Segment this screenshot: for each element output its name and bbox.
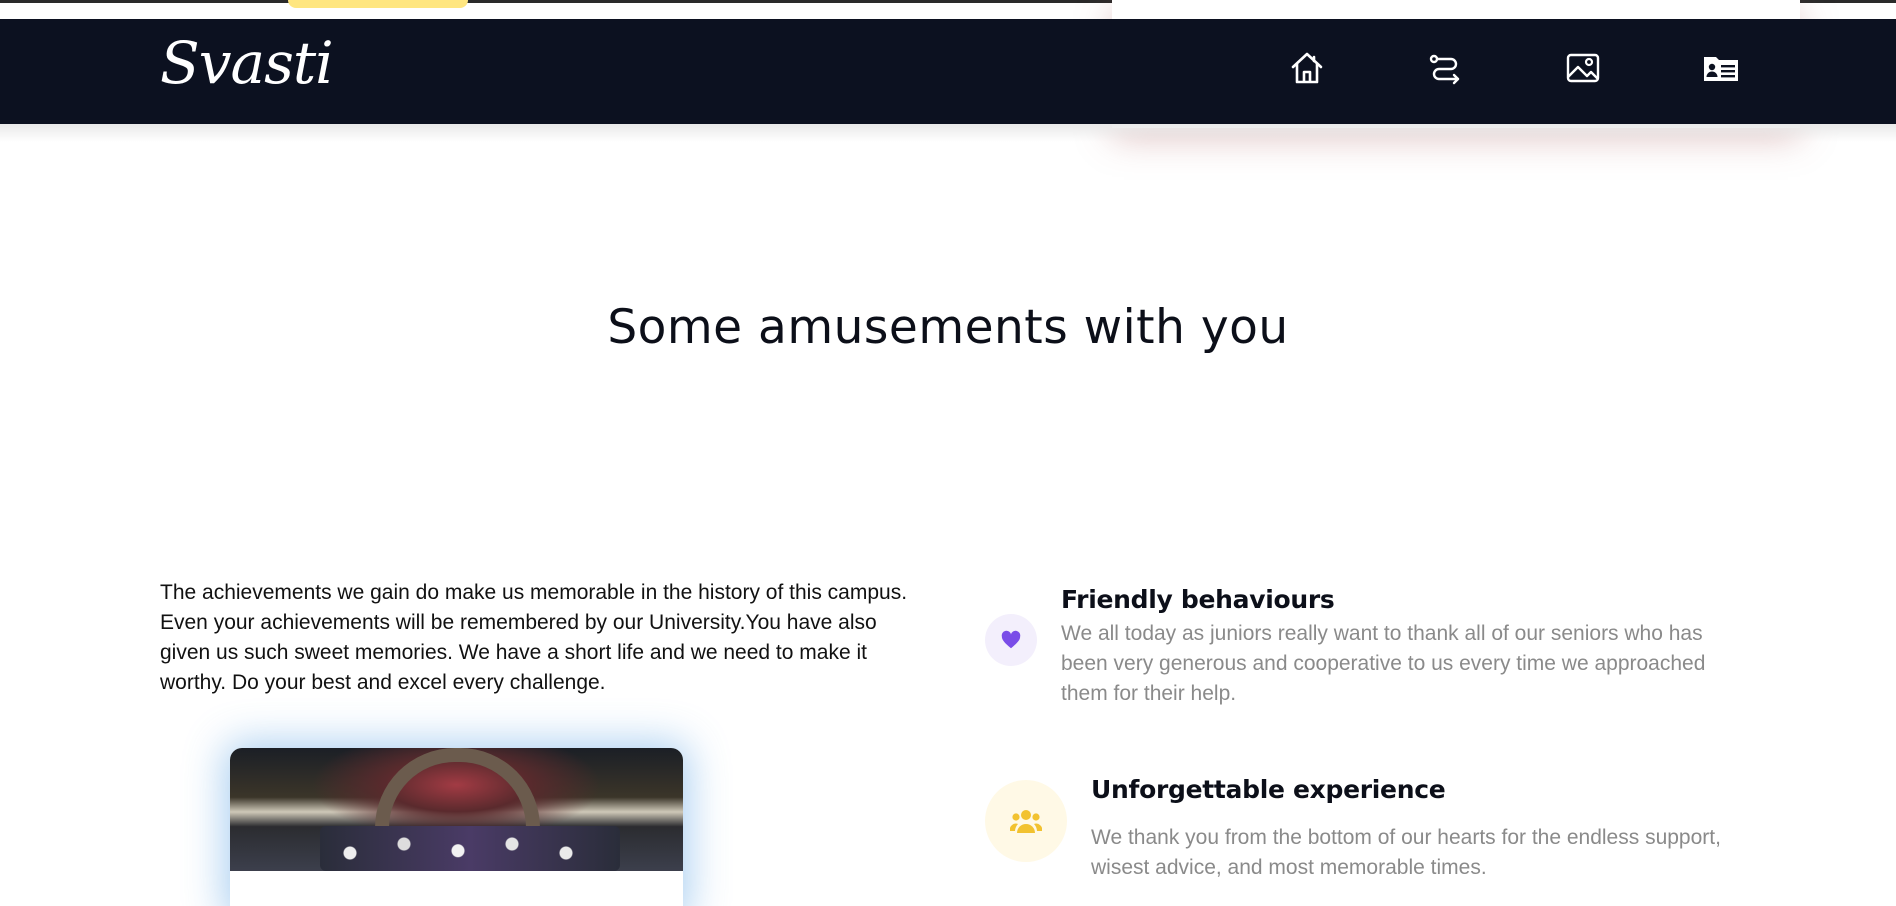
intro-paragraph: The achievements we gain do make us memo… xyxy=(160,581,908,694)
section-title: Some amusements with you xyxy=(607,300,1289,355)
navbar: Svasti xyxy=(0,19,1896,124)
feature-friendly-text: We all today as juniors really want to t… xyxy=(1061,622,1706,705)
feature-experience-text: We thank you from the bottom of our hear… xyxy=(1091,826,1721,879)
nav-contact-link[interactable] xyxy=(1700,47,1742,89)
group-icon xyxy=(1010,810,1042,833)
group-photo xyxy=(230,748,683,871)
contact-card-icon xyxy=(1704,57,1738,81)
feature-experience-title: Unforgettable experience xyxy=(1091,775,1446,804)
page: Svasti Some amusements with you The achi… xyxy=(0,0,1896,906)
navbar-shadow xyxy=(0,124,1896,142)
feature-experience-icon-wrap xyxy=(985,780,1067,862)
home-icon xyxy=(1291,52,1323,84)
nav-route-link[interactable] xyxy=(1424,47,1466,89)
nav-home-link[interactable] xyxy=(1286,47,1328,89)
feature-friendly-icon-wrap xyxy=(985,614,1037,666)
previous-section-button-edge xyxy=(288,0,468,8)
feature-friendly-title: Friendly behaviours xyxy=(1061,585,1335,614)
brand-logo[interactable]: Svasti xyxy=(160,29,334,97)
image-icon xyxy=(1566,53,1600,83)
photo-crowd xyxy=(320,826,620,871)
heart-icon xyxy=(1001,630,1021,649)
memory-photo-card[interactable] xyxy=(230,748,683,906)
route-icon xyxy=(1429,54,1460,85)
nav-gallery-link[interactable] xyxy=(1562,47,1604,89)
